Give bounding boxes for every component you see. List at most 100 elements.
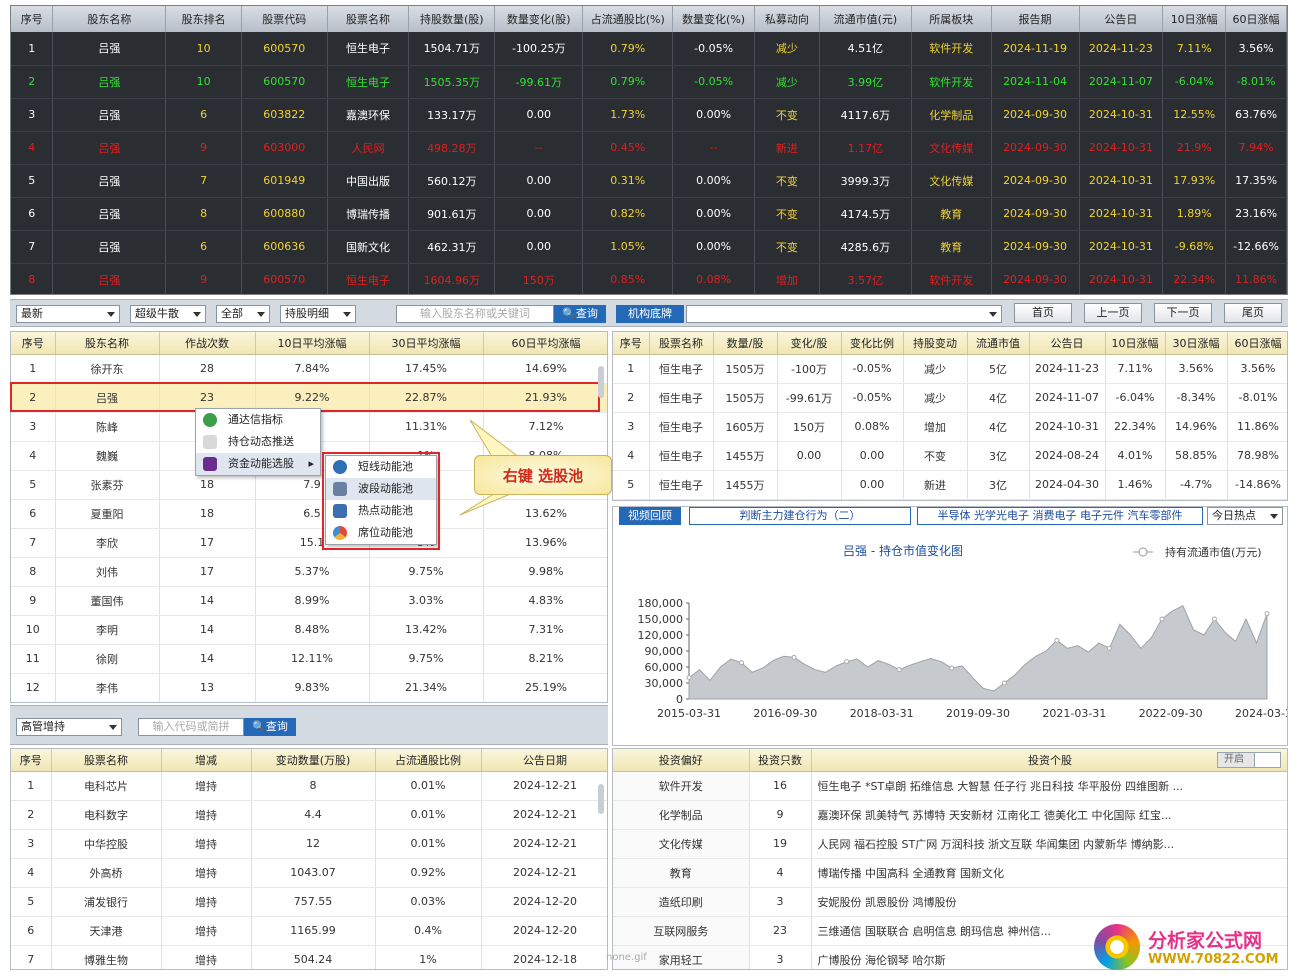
institution-select[interactable] bbox=[686, 305, 1002, 323]
column-header[interactable]: 序号 bbox=[11, 6, 54, 32]
table-row[interactable]: 1 徐开东 28 7.84% 17.45% 14.69% bbox=[11, 354, 607, 384]
menu-item-tdx-indicator[interactable]: 通达信指标 bbox=[196, 409, 320, 431]
column-header[interactable]: 公告日 bbox=[1079, 6, 1164, 32]
column-header[interactable]: 股东名称 bbox=[55, 332, 160, 355]
column-header[interactable]: 序号 bbox=[613, 332, 650, 355]
table-row[interactable]: 10 李明 14 8.48% 13.42% 7.31% bbox=[11, 615, 607, 645]
table-row[interactable]: 7 博雅生物 增持 504.24 1% 2024-12-18 bbox=[11, 945, 607, 969]
column-header[interactable]: 增减 bbox=[161, 749, 252, 772]
shareholder-search-input[interactable]: 输入股东名称或关键词 bbox=[396, 305, 554, 323]
table-row[interactable]: 6 天津港 增持 1165.99 0.4% 2024-12-20 bbox=[11, 916, 607, 946]
column-header[interactable]: 股票代码 bbox=[241, 6, 328, 32]
toggle-switch[interactable]: 开启 bbox=[1217, 752, 1281, 768]
column-header[interactable]: 报告期 bbox=[991, 6, 1080, 32]
column-header[interactable]: 持股数量(股) bbox=[408, 6, 496, 32]
column-header[interactable]: 所属板块 bbox=[911, 6, 992, 32]
column-header[interactable]: 占流通股比例 bbox=[375, 749, 482, 772]
table-row[interactable]: 8 吕强 9 600570 恒生电子 1604.96万 150万 0.85% 0.08% 增加 3.… bbox=[11, 263, 1287, 294]
exec-query-button[interactable]: 🔍查询 bbox=[244, 718, 296, 736]
next-page-button[interactable]: 下一页 bbox=[1154, 303, 1212, 323]
table-row[interactable]: 1 恒生电子 1505万 -100万 -0.05% 减少 5亿 2024-11-23 7.11%… bbox=[613, 354, 1287, 384]
last-page-button[interactable]: 尾页 bbox=[1224, 303, 1282, 323]
hot-topic-select[interactable]: 今日热点 bbox=[1207, 507, 1283, 525]
column-header[interactable]: 变化比例 bbox=[841, 332, 904, 355]
menu-item-fund-momentum[interactable]: 资金动能选股 ▸ bbox=[196, 453, 320, 475]
column-header[interactable]: 股票名称 bbox=[51, 749, 162, 772]
table-row[interactable]: 4 吕强 9 603000 人民网 498.28万 -- 0.45% -- 新进 1.17亿 文化传媒… bbox=[11, 131, 1287, 165]
table-row[interactable]: 7李欣1715.15%13.96% bbox=[11, 528, 607, 558]
column-header[interactable]: 股东排名 bbox=[165, 6, 242, 32]
table-row[interactable]: 2 恒生电子 1505万 -99.61万 -0.05% 减少 4亿 2024-11-07 -6.… bbox=[613, 383, 1287, 413]
tab-sector-list[interactable]: 半导体 光学光电子 消费电子 电子元件 汽车零部件 bbox=[917, 507, 1203, 525]
query-button[interactable]: 🔍查询 bbox=[554, 305, 606, 323]
table-row[interactable]: 2 吕强 10 600570 恒生电子 1505.35万 -99.61万 0.79% -0.05… bbox=[11, 65, 1287, 99]
table-row[interactable]: 4 外高桥 增持 1043.07 0.92% 2024-12-21 bbox=[11, 858, 607, 888]
column-header[interactable]: 持股变动 bbox=[903, 332, 968, 355]
column-header[interactable]: 30日平均涨幅 bbox=[369, 332, 484, 355]
table-row[interactable]: 5 吕强 7 601949 中国出版 560.12万 0.00 0.31% 0.00% 不变 399… bbox=[11, 164, 1287, 198]
column-header[interactable]: 股票名称 bbox=[649, 332, 714, 355]
column-header[interactable]: 公告日 bbox=[1029, 332, 1106, 355]
column-header[interactable]: 数量/股 bbox=[713, 332, 778, 355]
view-select[interactable]: 持股明细 bbox=[280, 305, 356, 323]
column-header[interactable]: 30日涨幅 bbox=[1165, 332, 1228, 355]
menu-item-position-push[interactable]: 持仓动态推送 bbox=[196, 431, 320, 453]
column-header[interactable]: 投资只数 bbox=[749, 749, 812, 772]
column-header[interactable]: 变化/股 bbox=[777, 332, 842, 355]
column-header[interactable]: 数量变化(股) bbox=[494, 6, 584, 32]
table-row[interactable]: 教育 4 博瑞传播 中国高科 全通教育 国新文化 bbox=[613, 858, 1287, 888]
chevron-down-icon bbox=[193, 312, 201, 317]
first-page-button[interactable]: 首页 bbox=[1014, 303, 1072, 323]
bottom-left-scrollbar[interactable] bbox=[598, 784, 604, 814]
table-row[interactable]: 1 电科芯片 增持 8 0.01% 2024-12-21 bbox=[11, 771, 607, 801]
table-row[interactable]: 6 吕强 8 600880 博瑞传播 901.61万 0.00 0.82% 0.00% 不变 417… bbox=[11, 197, 1287, 231]
column-header[interactable]: 变动数量(万股) bbox=[251, 749, 376, 772]
column-header[interactable]: 60日涨幅 bbox=[1227, 332, 1287, 355]
column-header[interactable]: 投资偏好 bbox=[613, 749, 750, 772]
tab-video-review[interactable]: 视频回顾 bbox=[619, 507, 681, 525]
column-header[interactable]: 60日平均涨幅 bbox=[483, 332, 607, 355]
exec-type-select[interactable]: 高管增持 bbox=[16, 718, 122, 736]
column-header[interactable]: 10日平均涨幅 bbox=[255, 332, 370, 355]
column-header[interactable]: 流通市值(元) bbox=[819, 6, 912, 32]
column-header[interactable]: 占流通股比(%) bbox=[582, 6, 674, 32]
column-header[interactable]: 10日涨幅 bbox=[1105, 332, 1166, 355]
scope-select[interactable]: 全部 bbox=[216, 305, 270, 323]
column-header[interactable]: 序号 bbox=[11, 749, 52, 772]
period-select[interactable]: 最新 bbox=[16, 305, 120, 323]
table-row[interactable]: 7 吕强 6 600636 国新文化 462.31万 0.00 1.05% 0.00% 不变 428… bbox=[11, 230, 1287, 264]
table-row[interactable]: 2 电科数字 增持 4.4 0.01% 2024-12-21 bbox=[11, 800, 607, 830]
table-row[interactable]: 文化传媒 19 人民网 福石控股 ST广网 万润科技 浙文互联 华闻集团 内蒙新华 … bbox=[613, 829, 1287, 859]
table-row[interactable]: 造纸印刷 3 安妮股份 凯恩股份 鸿博股份 bbox=[613, 887, 1287, 917]
table-row[interactable]: 5 恒生电子 1455万 0.00 新进 3亿 2024-04-30 1.46% -4.7% -1… bbox=[613, 470, 1287, 500]
column-header[interactable]: 作战次数 bbox=[159, 332, 256, 355]
column-header[interactable]: 私募动向 bbox=[754, 6, 820, 32]
tab-judge-accumulation[interactable]: 判断主力建仓行为（二） bbox=[689, 507, 911, 525]
table-row[interactable]: 化学制品 9 嘉澳环保 凯美特气 苏博特 天安新材 江南化工 德美化工 中化国际 红… bbox=[613, 800, 1287, 830]
column-header[interactable]: 股东名称 bbox=[52, 6, 167, 32]
left-table-scrollbar[interactable] bbox=[598, 366, 604, 398]
column-header[interactable]: 10日涨幅 bbox=[1162, 6, 1227, 32]
table-row[interactable]: 软件开发 16 恒生电子 *ST卓朗 拓维信息 大智慧 任子行 兆日科技 华平股份 … bbox=[613, 771, 1287, 801]
table-row[interactable]: 5 浦发银行 增持 757.55 0.03% 2024-12-20 bbox=[11, 887, 607, 917]
institution-button[interactable]: 机构底牌 bbox=[616, 305, 684, 323]
code-search-input[interactable]: 输入代码或简拼 bbox=[138, 718, 244, 736]
column-header[interactable]: 股票名称 bbox=[327, 6, 410, 32]
table-row[interactable]: 4 恒生电子 1455万 0.00 0.00 不变 3亿 2024-08-24 4.01% 58.… bbox=[613, 441, 1287, 471]
table-row[interactable]: 9 董国伟 14 8.99% 3.03% 4.83% bbox=[11, 586, 607, 616]
table-row[interactable]: 12 李伟 13 9.83% 21.34% 25.19% bbox=[11, 673, 607, 702]
column-header[interactable]: 数量变化(%) bbox=[672, 6, 755, 32]
table-cell: -8.01% bbox=[1227, 383, 1287, 413]
investor-type-select[interactable]: 超级牛散 bbox=[130, 305, 206, 323]
column-header[interactable]: 序号 bbox=[11, 332, 56, 355]
column-header[interactable]: 60日涨幅 bbox=[1225, 6, 1287, 32]
column-header[interactable]: 流通市值 bbox=[967, 332, 1030, 355]
table-row[interactable]: 11 徐刚 14 12.11% 9.75% 8.21% bbox=[11, 644, 607, 674]
column-header[interactable]: 公告日期 bbox=[481, 749, 607, 772]
table-row[interactable]: 1 吕强 10 600570 恒生电子 1504.71万 -100.25万 0.79% -0.0… bbox=[11, 32, 1287, 66]
table-row[interactable]: 3 恒生电子 1605万 150万 0.08% 增加 4亿 2024-10-31 22.34% 1… bbox=[613, 412, 1287, 442]
prev-page-button[interactable]: 上一页 bbox=[1084, 303, 1142, 323]
table-row[interactable]: 8 刘伟 17 5.37% 9.75% 9.98% bbox=[11, 557, 607, 587]
table-row[interactable]: 3 中华控股 增持 12 0.01% 2024-12-21 bbox=[11, 829, 607, 859]
table-row[interactable]: 3 吕强 6 603822 嘉澳环保 133.17万 0.00 1.73% 0.00% 不变 411… bbox=[11, 98, 1287, 132]
